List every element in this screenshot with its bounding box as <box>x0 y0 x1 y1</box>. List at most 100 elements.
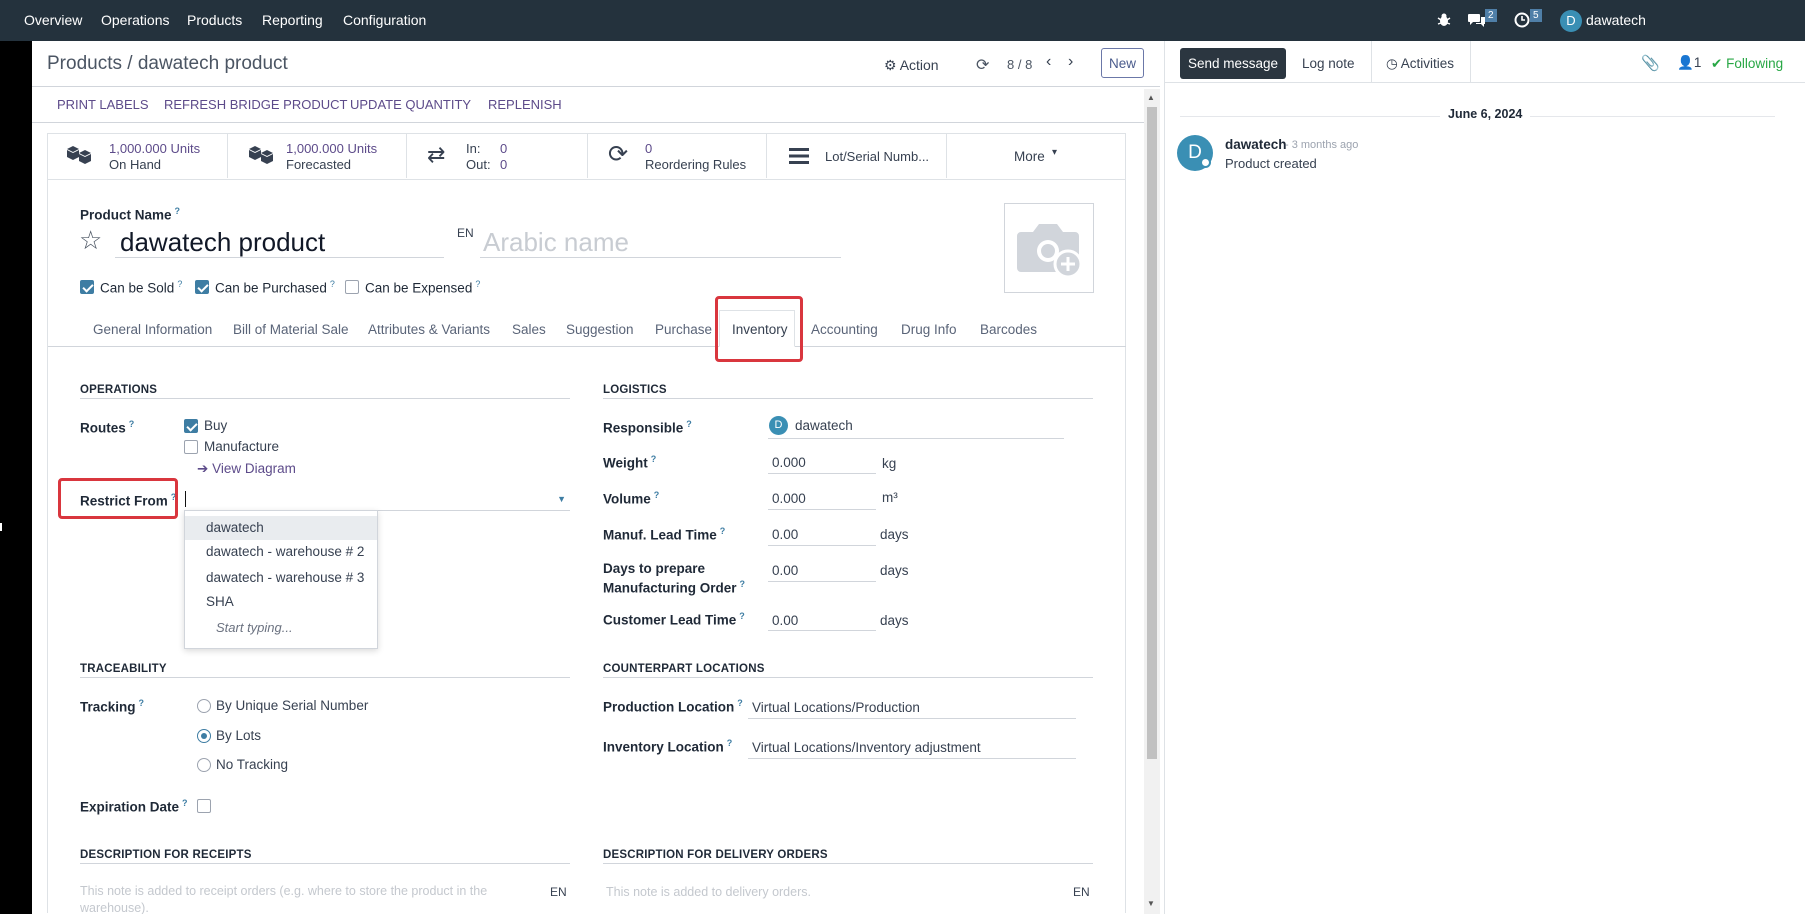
replenish-button[interactable]: REPLENISH <box>488 97 562 112</box>
reordering-value: 0 <box>645 141 653 156</box>
menu-products[interactable]: Products <box>187 0 242 41</box>
can-be-purchased-checkbox[interactable] <box>195 280 209 294</box>
tab-suggestion[interactable]: Suggestion <box>566 322 634 337</box>
pager[interactable]: 8 / 8 <box>1007 57 1032 72</box>
dropdown-option[interactable]: dawatech <box>185 516 377 540</box>
manufacturing-order-text: Manufacturing Order <box>603 580 737 596</box>
debug-bug-icon[interactable] <box>1436 12 1452 31</box>
tracking-lots-radio[interactable] <box>197 729 211 743</box>
weight-input[interactable]: 0.000 <box>768 453 876 474</box>
view-diagram-text: View Diagram <box>212 461 296 476</box>
followers-button[interactable]: 👤1 <box>1677 55 1701 71</box>
dropdown-option[interactable]: dawatech - warehouse # 2 <box>185 540 375 564</box>
delivery-language-code[interactable]: EN <box>1073 885 1090 899</box>
tab-purchase[interactable]: Purchase <box>655 322 712 337</box>
chatter-tab-divider <box>1470 41 1471 82</box>
language-code[interactable]: EN <box>457 226 474 240</box>
in-value: 0 <box>500 141 508 156</box>
tab-accounting[interactable]: Accounting <box>811 322 878 337</box>
send-message-button[interactable]: Send message <box>1180 48 1286 79</box>
product-image[interactable] <box>1004 203 1094 293</box>
tab-sales[interactable]: Sales <box>512 322 546 337</box>
route-buy-checkbox[interactable] <box>184 419 198 433</box>
manufacturing-order-label: Manufacturing Order? <box>603 579 745 596</box>
volume-input[interactable]: 0.000 <box>768 489 876 510</box>
help-icon: ? <box>686 419 692 429</box>
customer-lead-time-input[interactable]: 0.00 <box>768 610 876 631</box>
tab-bill-of-material-sale[interactable]: Bill of Material Sale <box>233 322 349 337</box>
in-out-button[interactable]: ⇄ In: 0 Out: 0 <box>407 134 588 178</box>
product-name-field[interactable]: dawatech product <box>115 225 444 258</box>
route-manufacture-checkbox[interactable] <box>184 440 198 454</box>
tab-drug-info[interactable]: Drug Info <box>901 322 957 337</box>
section-divider <box>603 863 1093 864</box>
can-be-expensed-checkbox[interactable] <box>345 280 359 294</box>
form-scrollbar[interactable]: ▲ ▼ <box>1144 89 1160 914</box>
view-diagram-link[interactable]: ➔ View Diagram <box>197 461 296 477</box>
menu-operations[interactable]: Operations <box>101 0 169 41</box>
breadcrumb-current: dawatech product <box>137 53 288 74</box>
responsible-field[interactable]: D dawatech <box>768 416 1064 439</box>
tracking-serial-radio[interactable] <box>197 699 211 713</box>
days-to-prepare-input[interactable]: 0.00 <box>768 561 876 582</box>
favorite-star-icon[interactable]: ☆ <box>79 225 102 256</box>
scroll-down-icon[interactable]: ▼ <box>1147 899 1155 908</box>
can-be-sold-label: Can be Sold? <box>100 279 182 296</box>
refresh-bridge-product-button[interactable]: REFRESH BRIDGE PRODUCT <box>164 97 347 112</box>
weight-label-text: Weight <box>603 455 648 471</box>
tracking-none-radio[interactable] <box>197 758 211 772</box>
dropdown-option[interactable]: SHA <box>185 590 375 614</box>
production-location-field[interactable]: Virtual Locations/Production <box>748 697 1076 719</box>
restrict-from-input[interactable]: ▼ <box>184 490 570 511</box>
tab-general-information[interactable]: General Information <box>93 322 212 337</box>
more-label: More <box>1014 149 1045 164</box>
days-to-prepare-value: 0.00 <box>772 563 799 578</box>
messages-icon[interactable] <box>1468 12 1486 31</box>
breadcrumb: Products / dawatech product <box>47 53 288 75</box>
manuf-lead-time-input[interactable]: 0.00 <box>768 525 876 546</box>
scroll-up-icon[interactable]: ▲ <box>1147 93 1155 102</box>
inventory-location-field[interactable]: Virtual Locations/Inventory adjustment <box>748 737 1076 759</box>
scrollbar-thumb[interactable] <box>1147 107 1157 759</box>
activities-button[interactable]: ◷ Activities <box>1386 56 1454 72</box>
log-note-button[interactable]: Log note <box>1302 56 1355 71</box>
refresh-icon[interactable]: ⟳ <box>976 55 989 75</box>
following-button[interactable]: ✔ Following <box>1711 56 1783 72</box>
arabic-name-field[interactable]: Arabic name <box>480 225 841 258</box>
tab-attributes-variants[interactable]: Attributes & Variants <box>368 322 490 337</box>
activities-clock-icon[interactable] <box>1514 12 1530 31</box>
dropdown-caret-icon[interactable]: ▼ <box>557 494 566 504</box>
update-quantity-button[interactable]: UPDATE QUANTITY <box>350 97 471 112</box>
can-be-purchased-text: Can be Purchased <box>215 280 327 296</box>
tab-barcodes[interactable]: Barcodes <box>980 322 1037 337</box>
receipts-language-code[interactable]: EN <box>550 885 567 899</box>
expiration-date-checkbox[interactable] <box>197 799 211 813</box>
dropdown-option[interactable]: dawatech - warehouse # 3 <box>185 566 375 590</box>
menu-configuration[interactable]: Configuration <box>343 0 426 41</box>
receipts-description-input[interactable]: This note is added to receipt orders (e.… <box>80 883 520 914</box>
help-icon: ? <box>737 698 743 708</box>
reordering-rules-button[interactable]: ⟳ 0 Reordering Rules <box>588 134 767 178</box>
check-icon: ✔ <box>1711 56 1723 71</box>
print-labels-button[interactable]: PRINT LABELS <box>57 97 149 112</box>
forecasted-button[interactable]: 1,000.000 Units Forecasted <box>228 134 407 178</box>
volume-unit: m³ <box>882 490 898 505</box>
can-be-sold-checkbox[interactable] <box>80 280 94 294</box>
pager-prev-icon[interactable]: ‹ <box>1046 53 1051 71</box>
can-be-expensed-text: Can be Expensed <box>365 280 473 296</box>
user-avatar[interactable]: D <box>1560 10 1582 32</box>
on-hand-button[interactable]: 1,000.000 Units On Hand <box>48 134 228 178</box>
menu-reporting[interactable]: Reporting <box>262 0 323 41</box>
more-button[interactable]: More ▾ <box>947 134 1126 178</box>
pager-next-icon[interactable]: › <box>1068 53 1073 71</box>
message-author[interactable]: dawatech <box>1225 137 1287 152</box>
menu-overview[interactable]: Overview <box>24 0 82 41</box>
paperclip-icon[interactable]: 📎 <box>1641 54 1660 72</box>
manuf-lead-time-label: Manuf. Lead Time? <box>603 526 725 543</box>
action-menu[interactable]: ⚙ Action <box>884 57 939 74</box>
new-button[interactable]: New <box>1101 48 1144 78</box>
breadcrumb-products[interactable]: Products <box>47 53 122 74</box>
lot-serial-button[interactable]: Lot/Serial Numb... <box>767 134 947 178</box>
delivery-description-input[interactable]: This note is added to delivery orders. <box>606 885 1046 905</box>
production-location-value: Virtual Locations/Production <box>752 700 920 715</box>
